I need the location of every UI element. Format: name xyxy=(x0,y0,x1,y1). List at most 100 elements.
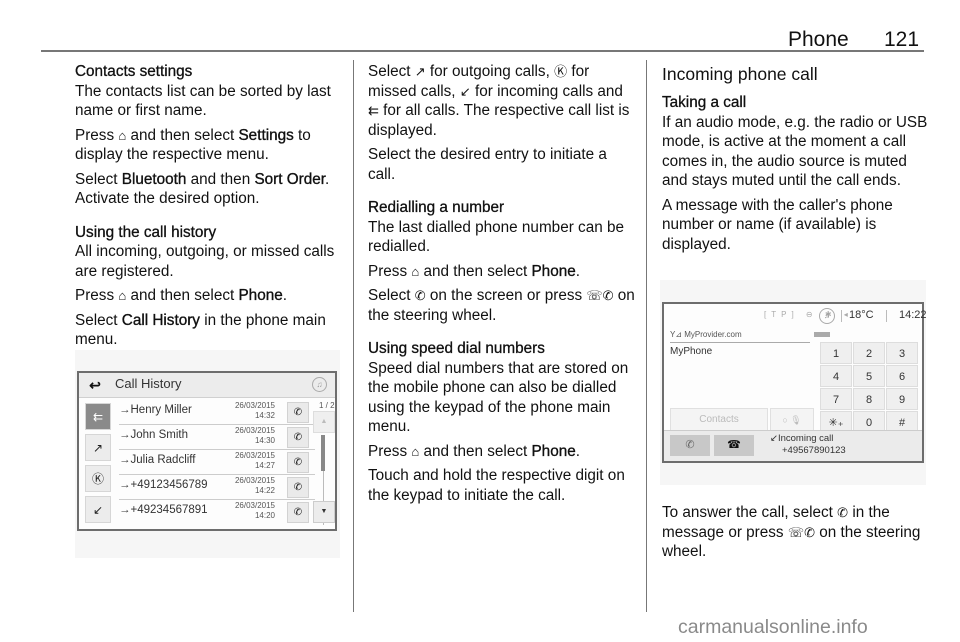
speed-dial-text: Speed dial numbers that are stored on th… xyxy=(368,359,629,436)
message-text: A message with the caller's phone number… xyxy=(662,196,893,253)
clock: 14:22 xyxy=(899,309,927,321)
call-history-entry[interactable]: →Julia Radcliff 26/03/2015 14:27 ✆ xyxy=(119,450,315,475)
missed-call-icon: Ⓚ xyxy=(554,64,568,79)
incoming-call-info: ↙Incoming call +49567890123 xyxy=(770,433,846,457)
entry-datetime: 26/03/2015 14:22 xyxy=(235,476,275,496)
screen-title-bar: ↩ Call History ♫ xyxy=(79,373,335,398)
taking-call-text: If an audio mode, e.g. the radio or USB … xyxy=(662,113,928,190)
call-history-entry[interactable]: →+49123456789 26/03/2015 14:22 ✆ xyxy=(119,475,315,500)
call-button[interactable]: ✆ xyxy=(287,427,309,448)
entry-date: 26/03/2015 xyxy=(234,476,275,485)
text: for outgoing calls, xyxy=(429,63,550,80)
entry-name: →Henry Miller xyxy=(119,404,192,416)
press-phone-instruction: Press ⌂ and then select Phone. xyxy=(75,286,345,306)
header-title: Phone xyxy=(788,28,849,51)
settings-term: Settings xyxy=(238,126,294,144)
incoming-call-icon: ↙ xyxy=(459,83,471,99)
column-2: Select ↗ for outgoing calls, Ⓚ for misse… xyxy=(368,62,638,510)
page-number: 121 xyxy=(884,28,920,51)
divider xyxy=(886,310,887,322)
keypad-key[interactable]: 7 xyxy=(820,388,852,410)
mute-microphone-button[interactable]: ○ 🎙 xyxy=(770,408,814,432)
screen-title: Call History xyxy=(115,376,182,391)
redial-text: The last dialled phone number can be red… xyxy=(368,218,624,256)
incoming-call-bar: ✆ ☎ ↙Incoming call +49567890123 xyxy=(664,430,922,461)
entry-datetime: 26/03/2015 14:27 xyxy=(235,451,275,471)
contacts-button[interactable]: Contacts xyxy=(670,408,768,432)
back-icon[interactable]: ↩ xyxy=(79,373,111,397)
press-phone-instruction: Press ⌂ and then select Phone. xyxy=(368,262,638,282)
scrollbar-thumb[interactable] xyxy=(321,435,325,471)
text: Press xyxy=(368,262,408,280)
keypad-key[interactable]: 2 xyxy=(853,342,885,364)
incoming-call-label: ↙Incoming call xyxy=(770,433,834,444)
entry-date: 26/03/2015 xyxy=(234,426,275,435)
status-icons: [TP] ⊖ ✱ ◂ xyxy=(764,310,853,319)
reject-call-button[interactable]: ☎ xyxy=(714,435,754,456)
text: and then select xyxy=(423,262,528,280)
all-calls-filter-button[interactable]: ⇇ xyxy=(85,403,111,430)
text: and then select xyxy=(130,287,235,304)
text: for all calls. The respective call list … xyxy=(368,102,630,139)
all-calls-icon: ⇇ xyxy=(368,103,379,118)
call-button[interactable]: ✆ xyxy=(287,452,309,473)
call-history-screen: ↩ Call History ♫ ⇇ ↗ Ⓚ ↙ →Henry Miller 2… xyxy=(77,371,337,531)
text: and then xyxy=(190,170,251,188)
incoming-calls-filter-button[interactable]: ↙ xyxy=(85,496,111,523)
missed-calls-filter-button[interactable]: Ⓚ xyxy=(85,465,111,492)
music-icon[interactable]: ♫ xyxy=(312,377,327,392)
keypad-key[interactable]: 6 xyxy=(886,365,918,387)
text: To answer the call, select xyxy=(662,504,833,521)
keypad-key[interactable]: 5 xyxy=(853,365,885,387)
incoming-call-screen: [TP] ⊖ ✱ ◂ ♫ 18°C 14:22 Y⊿ MyProvider.co… xyxy=(662,302,927,463)
entry-time: 14:27 xyxy=(254,461,275,470)
section-heading: Incoming phone call xyxy=(662,64,818,84)
column-divider xyxy=(353,60,354,612)
music-icon[interactable]: ♫ xyxy=(819,308,835,324)
keypad-key[interactable]: 4 xyxy=(820,365,852,387)
scroll-down-button[interactable]: ▼ xyxy=(313,501,335,523)
call-history-entry[interactable]: →John Smith 26/03/2015 14:30 ✆ xyxy=(119,425,315,450)
home-icon: ⌂ xyxy=(118,127,127,143)
text: Select xyxy=(75,170,118,188)
speed-dial-heading: Using speed dial numbers xyxy=(368,340,545,357)
keypad-key[interactable]: 3 xyxy=(886,342,918,364)
touch-hold-text: Touch and hold the respective digit on t… xyxy=(368,467,625,504)
entry-time: 14:30 xyxy=(254,436,275,445)
call-history-heading: Using the call history xyxy=(75,223,217,241)
keypad-key[interactable]: 1 xyxy=(820,342,852,364)
call-button[interactable]: ✆ xyxy=(287,477,309,498)
sort-order-instruction: Select Bluetooth and then Sort Order. Ac… xyxy=(75,170,345,209)
phone-name: MyPhone xyxy=(670,346,713,357)
text: Press xyxy=(75,287,115,304)
text: Select xyxy=(75,311,118,329)
header-rule xyxy=(41,50,924,52)
entry-name: →John Smith xyxy=(119,429,189,441)
call-history-entry[interactable]: →+49234567891 26/03/2015 14:20 ✆ xyxy=(119,500,315,524)
redial-heading: Redialling a number xyxy=(368,199,505,216)
call-history-entry[interactable]: →Henry Miller 26/03/2015 14:32 ✆ xyxy=(119,400,315,425)
temperature: 18°C xyxy=(849,309,874,321)
home-icon: ⌂ xyxy=(118,288,127,303)
outgoing-calls-filter-button[interactable]: ↗ xyxy=(85,434,111,461)
scroll-up-button[interactable]: ▲ xyxy=(313,411,335,433)
call-button[interactable]: ✆ xyxy=(287,402,309,423)
keypad-key[interactable]: 9 xyxy=(886,388,918,410)
call-button[interactable]: ✆ xyxy=(287,502,309,523)
signal-divider xyxy=(670,342,810,343)
column-1: Contacts settings The contacts list can … xyxy=(75,62,345,355)
status-bar: [TP] ⊖ ✱ ◂ ♫ 18°C 14:22 xyxy=(664,304,927,330)
caller-number: +49567890123 xyxy=(782,445,846,456)
provider-name: Y⊿ MyProvider.com xyxy=(670,330,742,339)
column-3: Incoming phone call Taking a call If an … xyxy=(662,62,934,259)
answer-call-button[interactable]: ✆ xyxy=(670,435,710,456)
text: Select xyxy=(368,287,411,304)
text: . xyxy=(575,442,580,460)
text: and then select xyxy=(423,442,528,460)
answer-instruction-block: To answer the call, select ✆ in the mess… xyxy=(662,503,934,567)
keypad-key[interactable]: 8 xyxy=(853,388,885,410)
text: Press xyxy=(368,442,408,460)
phone-term: Phone xyxy=(531,262,576,280)
entry-datetime: 26/03/2015 14:30 xyxy=(235,426,275,446)
bluetooth-term: Bluetooth xyxy=(121,170,187,188)
